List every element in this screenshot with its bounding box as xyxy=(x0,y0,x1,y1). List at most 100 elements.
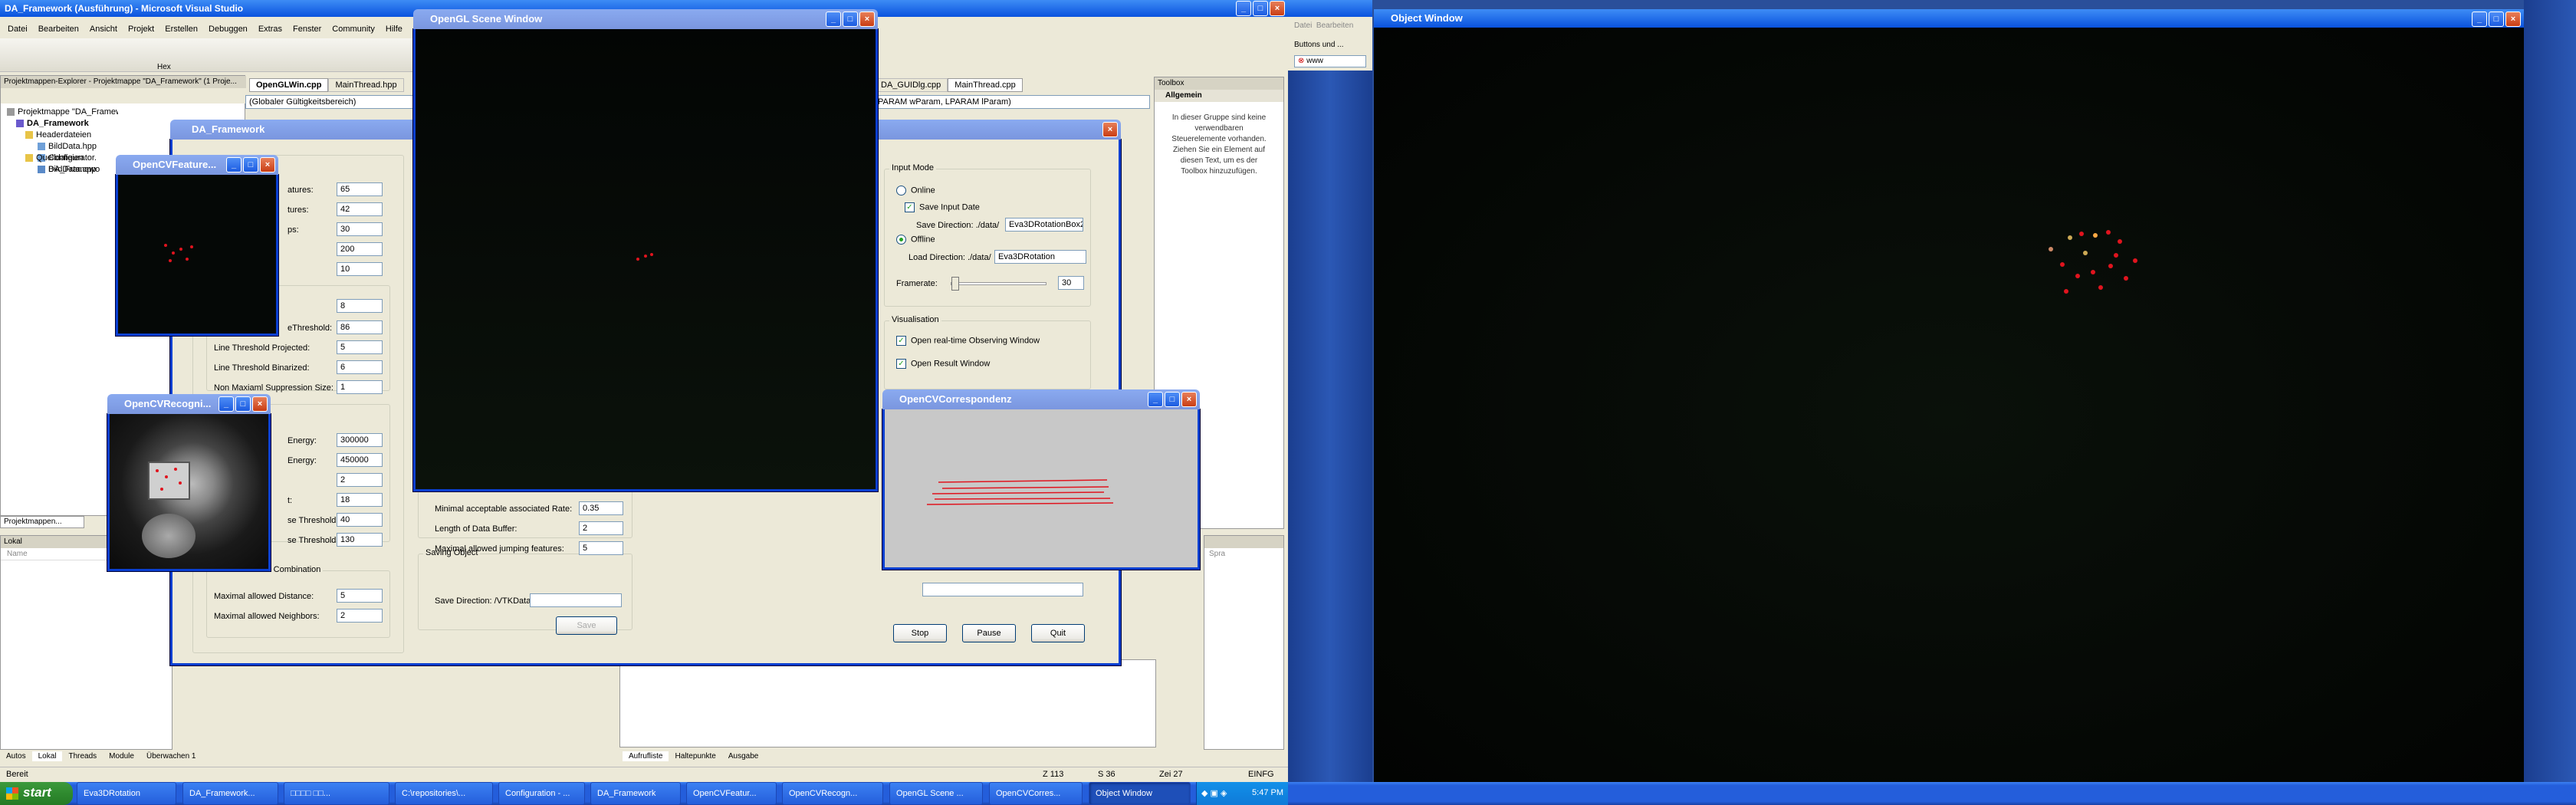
framerate-input[interactable]: 30 xyxy=(1058,276,1084,290)
radio-offline[interactable]: Offline xyxy=(896,235,935,245)
steps-input[interactable]: 30 xyxy=(337,222,383,236)
maximize-button[interactable]: □ xyxy=(2489,12,2504,27)
features-input-1[interactable]: 65 xyxy=(337,182,383,196)
checkbox-open-result[interactable]: ✓ Open Result Window xyxy=(896,359,990,369)
save-dir-input[interactable] xyxy=(530,593,622,607)
scope-dropdown[interactable]: (Globaler Gültigkeitsbereich) xyxy=(245,95,414,109)
low-input-3[interactable]: 2 xyxy=(337,473,383,487)
radio-button[interactable] xyxy=(896,186,906,196)
close-button[interactable]: × xyxy=(1270,1,1285,16)
mid-input-1[interactable]: 8 xyxy=(337,299,383,313)
radio-online[interactable]: Online xyxy=(896,186,935,196)
clock[interactable]: 5:47 PM xyxy=(1252,788,1283,797)
member-dropdown[interactable]: PARAM wParam, LPARAM lParam) xyxy=(874,95,1150,109)
config-label[interactable]: Hex xyxy=(157,63,171,71)
tab-openglwin-cpp[interactable]: OpenGLWin.cpp xyxy=(249,78,329,92)
features-input-2[interactable]: 42 xyxy=(337,202,383,216)
menu-hilfe[interactable]: Hilfe xyxy=(386,25,402,34)
taskbar-item[interactable]: DA_Framework... xyxy=(182,782,278,805)
buffer-input[interactable]: 2 xyxy=(579,521,623,535)
menu-datei[interactable]: Datei xyxy=(8,25,28,34)
save-button[interactable]: Save xyxy=(556,616,617,635)
checkbox[interactable]: ✓ xyxy=(896,336,906,346)
minimize-button[interactable]: _ xyxy=(826,12,841,27)
code-editor[interactable] xyxy=(619,659,1156,748)
taskbar-item[interactable]: OpenGL Scene ... xyxy=(889,782,983,805)
slider-thumb[interactable] xyxy=(951,277,959,291)
menu-debuggen[interactable]: Debuggen xyxy=(209,25,248,34)
minimize-button[interactable]: _ xyxy=(1236,1,1251,16)
tree-project[interactable]: DA_Framework xyxy=(7,118,118,130)
tab-haltepunkte[interactable]: Haltepunkte xyxy=(669,751,721,761)
tree-sources[interactable]: Quelldateien xyxy=(7,153,118,164)
assoc-rate-input[interactable]: 0.35 xyxy=(579,501,623,515)
taskbar-item[interactable]: □□□□ □□... xyxy=(284,782,389,805)
menu-projekt[interactable]: Projekt xyxy=(128,25,154,34)
checkbox-open-observing[interactable]: ✓ Open real-time Observing Window xyxy=(896,336,1040,346)
load-dir-input[interactable]: Eva3DRotation xyxy=(994,250,1086,264)
menu-community[interactable]: Community xyxy=(332,25,375,34)
tab-ausgabe[interactable]: Ausgabe xyxy=(722,751,764,761)
taskbar-item[interactable]: C:\repositories\... xyxy=(395,782,493,805)
minimize-button[interactable]: _ xyxy=(1148,392,1163,407)
tab-solution-explorer[interactable]: Projektmappen... xyxy=(0,516,84,528)
jumping-input[interactable]: 5 xyxy=(579,541,623,555)
browser-tab[interactable]: Buttons und ... xyxy=(1294,41,1366,49)
tab-lokal[interactable]: Lokal xyxy=(31,751,63,761)
saving-name-input[interactable] xyxy=(922,583,1083,596)
minimize-button[interactable]: _ xyxy=(226,157,242,172)
close-button[interactable]: × xyxy=(1102,122,1118,137)
tab-mainthread-cpp[interactable]: MainThread.cpp xyxy=(948,78,1023,92)
maximize-button[interactable]: □ xyxy=(1253,1,1268,16)
browser-address[interactable]: ⊗ www xyxy=(1294,55,1366,67)
taskbar-item[interactable]: DA_Framework xyxy=(590,782,681,805)
toolbox-group-allgemein[interactable]: Allgemein xyxy=(1155,90,1283,102)
max-neighbors-input[interactable]: 2 xyxy=(337,609,383,623)
checkbox-save-input[interactable]: ✓ Save Input Date xyxy=(905,202,980,212)
checkbox[interactable]: ✓ xyxy=(905,202,915,212)
taskbar-item[interactable]: OpenCVFeatur... xyxy=(686,782,777,805)
framerate-slider[interactable] xyxy=(951,277,1046,291)
maximize-button[interactable]: □ xyxy=(843,12,858,27)
maximize-button[interactable]: □ xyxy=(1165,392,1180,407)
tree-item-header-file[interactable]: BildData.hpp xyxy=(7,141,118,153)
taskbar-item[interactable]: Eva3DRotation xyxy=(77,782,176,805)
tab-mainthread-hpp[interactable]: MainThread.hpp xyxy=(328,78,404,92)
feature-canvas[interactable] xyxy=(118,175,276,334)
max-distance-input[interactable]: 5 xyxy=(337,589,383,603)
taskbar-item[interactable]: Configuration - ... xyxy=(498,782,585,805)
line-threshold-projected-input[interactable]: 5 xyxy=(337,340,383,354)
stop-button[interactable]: Stop xyxy=(893,624,947,642)
taskbar-item[interactable]: OpenCVRecogn... xyxy=(782,782,883,805)
browser-menu-bearbeiten[interactable]: Bearbeiten xyxy=(1316,21,1353,30)
checkbox[interactable]: ✓ xyxy=(896,359,906,369)
radio-button[interactable] xyxy=(896,235,906,245)
maximize-button[interactable]: □ xyxy=(235,396,251,412)
menu-erstellen[interactable]: Erstellen xyxy=(165,25,198,34)
pause-button[interactable]: Pause xyxy=(962,624,1016,642)
close-button[interactable]: × xyxy=(260,157,275,172)
tab-module[interactable]: Module xyxy=(103,751,140,761)
browser-menu-datei[interactable]: Datei xyxy=(1294,21,1312,30)
maximize-button[interactable]: □ xyxy=(243,157,258,172)
line-threshold-binarized-input[interactable]: 6 xyxy=(337,360,383,374)
minimize-button[interactable]: _ xyxy=(2472,12,2487,27)
tab-aufrufliste[interactable]: Aufrufliste xyxy=(623,751,669,761)
tab-threads[interactable]: Threads xyxy=(62,751,103,761)
menu-ansicht[interactable]: Ansicht xyxy=(90,25,117,34)
param-input-4[interactable]: 200 xyxy=(337,242,383,256)
tab-watch[interactable]: Überwachen 1 xyxy=(140,751,202,761)
energy-input-1[interactable]: 300000 xyxy=(337,433,383,447)
close-button[interactable]: × xyxy=(859,12,875,27)
quit-button[interactable]: Quit xyxy=(1031,624,1085,642)
nms-size-input[interactable]: 1 xyxy=(337,380,383,394)
save-dir2-input[interactable]: Eva3DRotationBox2 xyxy=(1005,218,1083,232)
taskbar-item[interactable]: OpenCVCorres... xyxy=(989,782,1083,805)
menu-fenster[interactable]: Fenster xyxy=(293,25,321,34)
object-canvas[interactable] xyxy=(1374,28,2524,805)
high-threshold-input[interactable]: 130 xyxy=(337,533,383,547)
tree-root[interactable]: Projektmappe "DA_Framework" (1 Projekt) xyxy=(7,107,118,118)
low-threshold-input[interactable]: 40 xyxy=(337,513,383,527)
close-button[interactable]: × xyxy=(252,396,268,412)
menu-extras[interactable]: Extras xyxy=(258,25,282,34)
